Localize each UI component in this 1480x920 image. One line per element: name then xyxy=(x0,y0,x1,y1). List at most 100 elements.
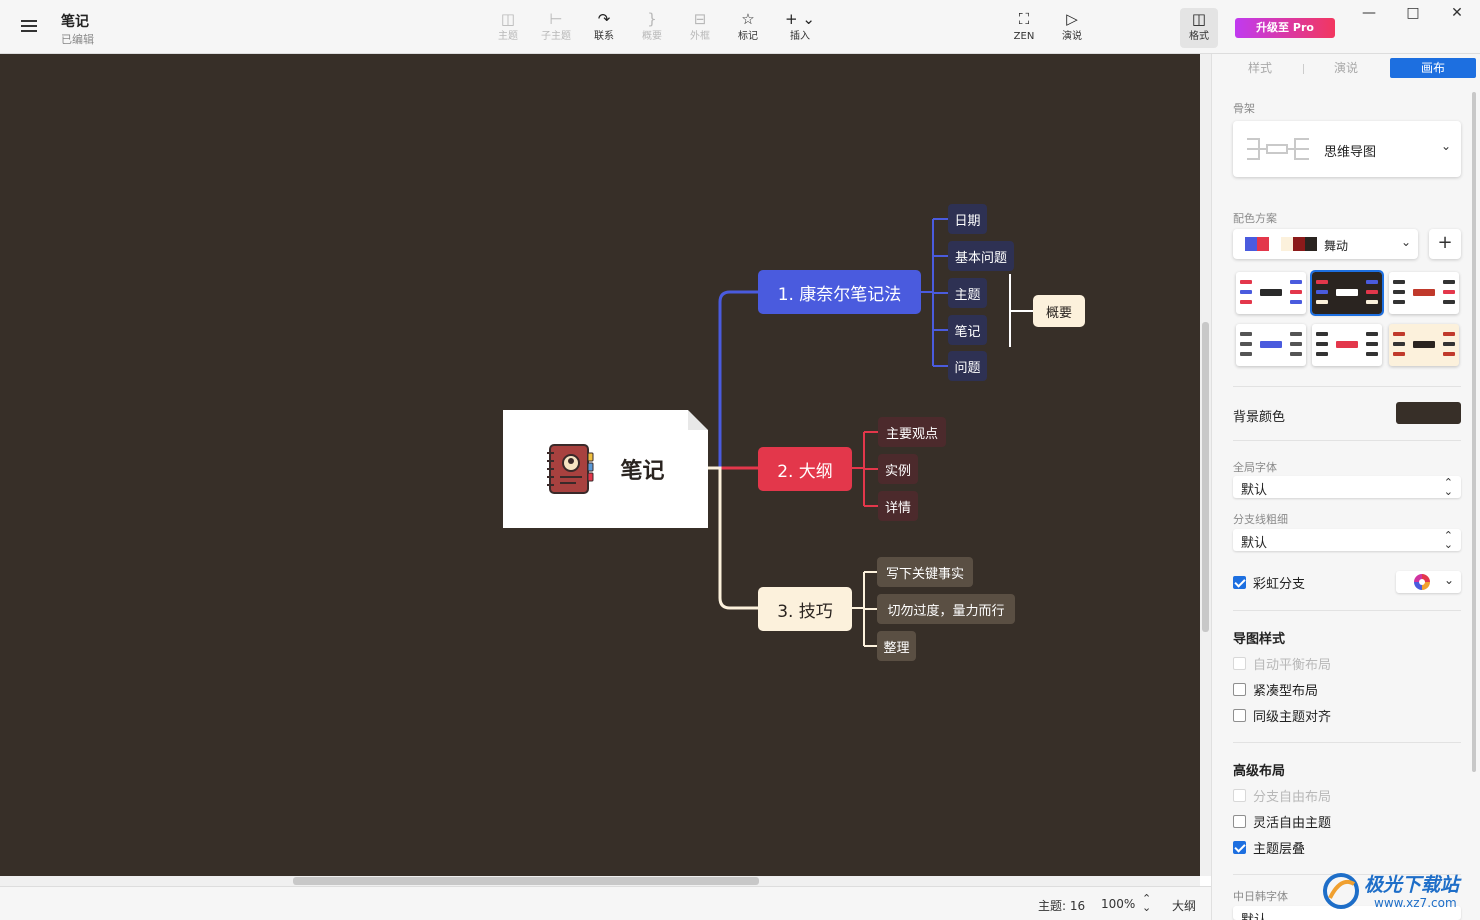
skeleton-select[interactable]: 思维导图 ⌄ xyxy=(1233,121,1461,177)
branch-topic-2[interactable]: 2. 大纲 xyxy=(758,447,852,491)
mindmap-canvas[interactable]: 笔记 1. 康奈尔笔记法 2. 大纲 3. 技巧 日期 基本问题 主题 笔记 问… xyxy=(0,54,1200,876)
insert-button[interactable]: + ⌄ 插入 xyxy=(776,8,824,48)
present-button[interactable]: ▷ 演说 xyxy=(1048,8,1096,48)
free-branch-checkbox[interactable]: 分支自由布局 xyxy=(1233,786,1331,805)
top-toolbar: 笔记 已编辑 ◫ 主题 ⊢ 子主题 ↷ 联系 } 概要 ⊟ 外框 ☆ 标记 + … xyxy=(0,0,1480,54)
notebook-icon xyxy=(547,444,594,494)
theme-thumb-1[interactable] xyxy=(1236,272,1306,314)
format-panel-button[interactable]: ◫ 格式 xyxy=(1180,8,1218,48)
align-siblings-checkbox[interactable]: 同级主题对齐 xyxy=(1233,706,1331,725)
central-topic-label: 笔记 xyxy=(620,459,665,484)
format-panel: 样式 演说 画布 骨架 思维导图 ⌄ 配色方案 舞动 ⌄ + 背景颜色 全局字体… xyxy=(1211,54,1480,920)
upgrade-pro-button[interactable]: 升级至 Pro xyxy=(1235,18,1335,38)
connector-branch-1 xyxy=(708,290,758,470)
theme-thumb-3[interactable] xyxy=(1389,272,1459,314)
summary-topic[interactable]: 概要 xyxy=(1033,295,1085,327)
branch-topic-1[interactable]: 1. 康奈尔笔记法 xyxy=(758,270,921,314)
subtopic-2-1[interactable]: 主要观点 xyxy=(878,417,946,447)
subtopic-1-5[interactable]: 问题 xyxy=(948,351,987,381)
minimize-icon[interactable]: — xyxy=(1353,3,1385,23)
theme-thumb-topic xyxy=(1240,342,1252,346)
divider xyxy=(1233,440,1461,441)
theme-thumb-central-topic xyxy=(1413,341,1435,348)
swatch-dark xyxy=(1305,237,1317,251)
branch-width-select[interactable]: 默认 ⌃ ⌄ xyxy=(1233,529,1461,551)
tab-style[interactable]: 样式 xyxy=(1217,58,1303,78)
summary-icon: } xyxy=(647,10,657,28)
checkbox-icon xyxy=(1233,708,1246,722)
topic-count: 主题: 16 xyxy=(1038,899,1086,913)
panel-scrollbar[interactable] xyxy=(1470,92,1478,877)
insert-label: 插入 xyxy=(790,31,810,42)
background-color-swatch[interactable] xyxy=(1396,402,1461,424)
subtopic-3-3[interactable]: 整理 xyxy=(877,631,916,661)
hamburger-menu-icon[interactable] xyxy=(18,17,40,37)
sidebar-panel-icon: ◫ xyxy=(1191,10,1207,28)
theme-thumb-topic xyxy=(1366,332,1378,336)
theme-thumb-6[interactable] xyxy=(1389,324,1459,366)
rainbow-palette-select[interactable]: ⌄ xyxy=(1396,571,1461,593)
theme-thumb-topic xyxy=(1393,300,1405,304)
maximize-icon[interactable]: □ xyxy=(1397,3,1429,23)
compact-layout-label: 紧凑型布局 xyxy=(1253,683,1319,699)
topic-overlap-checkbox[interactable]: 主题层叠 xyxy=(1233,838,1305,857)
canvas-vertical-scrollbar[interactable] xyxy=(1200,54,1211,876)
theme-thumb-topic xyxy=(1443,290,1455,294)
topic-button[interactable]: ◫ 主题 xyxy=(484,8,532,48)
theme-thumb-4[interactable] xyxy=(1236,324,1306,366)
tab-present[interactable]: 演说 xyxy=(1303,58,1389,78)
subtopic-1-2[interactable]: 基本问题 xyxy=(948,241,1014,271)
subtopic-1-1[interactable]: 日期 xyxy=(948,204,987,234)
subtopic-2-3[interactable]: 详情 xyxy=(878,491,918,521)
marker-button[interactable]: ☆ 标记 xyxy=(724,8,772,48)
topic-icon: ◫ xyxy=(500,10,516,28)
compact-layout-checkbox[interactable]: 紧凑型布局 xyxy=(1233,680,1319,699)
hscroll-thumb[interactable] xyxy=(293,877,759,885)
auto-balance-checkbox[interactable]: 自动平衡布局 xyxy=(1233,654,1331,673)
connector-branch-3-children xyxy=(852,571,877,647)
subtopic-1-3[interactable]: 主题 xyxy=(948,278,987,308)
central-topic[interactable]: 笔记 xyxy=(503,410,708,528)
theme-thumb-topic xyxy=(1443,342,1455,346)
plus-icon: + ⌄ xyxy=(785,10,815,28)
format-label: 格式 xyxy=(1189,31,1209,42)
boundary-button[interactable]: ⊟ 外框 xyxy=(676,8,724,48)
theme-thumb-topic xyxy=(1393,290,1405,294)
subtopic-1-4[interactable]: 笔记 xyxy=(948,315,987,345)
mindmap-structure-icon xyxy=(1247,138,1309,160)
panel-scroll-thumb[interactable] xyxy=(1472,92,1476,772)
canvas-horizontal-scrollbar[interactable] xyxy=(0,876,1200,886)
outline-view-button[interactable]: 大纲 xyxy=(1172,897,1196,914)
tab-canvas[interactable]: 画布 xyxy=(1390,58,1476,78)
color-scheme-select[interactable]: 舞动 ⌄ xyxy=(1233,229,1418,259)
subtopic-3-2[interactable]: 切勿过度，量力而行 xyxy=(877,594,1015,624)
theme-thumb-topic xyxy=(1290,290,1302,294)
theme-thumb-topic xyxy=(1443,280,1455,284)
global-font-select[interactable]: 默认 ⌃ ⌄ xyxy=(1233,476,1461,498)
zoom-level[interactable]: 100% xyxy=(1101,897,1135,911)
swatch-darkred xyxy=(1293,237,1305,251)
branch-topic-3[interactable]: 3. 技巧 xyxy=(758,587,852,631)
divider xyxy=(1233,386,1461,387)
zoom-stepper-icon[interactable]: ⌃ ⌄ xyxy=(1142,893,1151,913)
background-color-label: 背景颜色 xyxy=(1233,410,1286,425)
theme-thumb-topic xyxy=(1366,280,1378,284)
boundary-icon: ⊟ xyxy=(693,10,707,28)
vscroll-thumb[interactable] xyxy=(1202,322,1209,632)
subtopic-3-1[interactable]: 写下关键事实 xyxy=(877,557,973,587)
relationship-button[interactable]: ↷ 联系 xyxy=(580,8,628,48)
theme-thumb-5[interactable] xyxy=(1312,324,1382,366)
close-icon[interactable]: ✕ xyxy=(1441,3,1473,23)
chevron-down-icon: ⌄ xyxy=(1441,139,1452,153)
theme-thumb-2-selected[interactable] xyxy=(1310,270,1384,316)
theme-thumb-topic xyxy=(1393,342,1405,346)
subtopic-2-2[interactable]: 实例 xyxy=(878,454,918,484)
flexible-floating-checkbox[interactable]: 灵活自由主题 xyxy=(1233,812,1331,831)
theme-thumb-topic xyxy=(1290,300,1302,304)
subtopic-button[interactable]: ⊢ 子主题 xyxy=(532,8,580,48)
add-color-scheme-button[interactable]: + xyxy=(1429,229,1461,259)
rainbow-branch-checkbox[interactable]: 彩虹分支 xyxy=(1233,573,1305,592)
summary-button[interactable]: } 概要 xyxy=(628,8,676,48)
checkbox-icon xyxy=(1233,788,1246,802)
zen-button[interactable]: ⛶ ZEN xyxy=(1000,8,1048,48)
